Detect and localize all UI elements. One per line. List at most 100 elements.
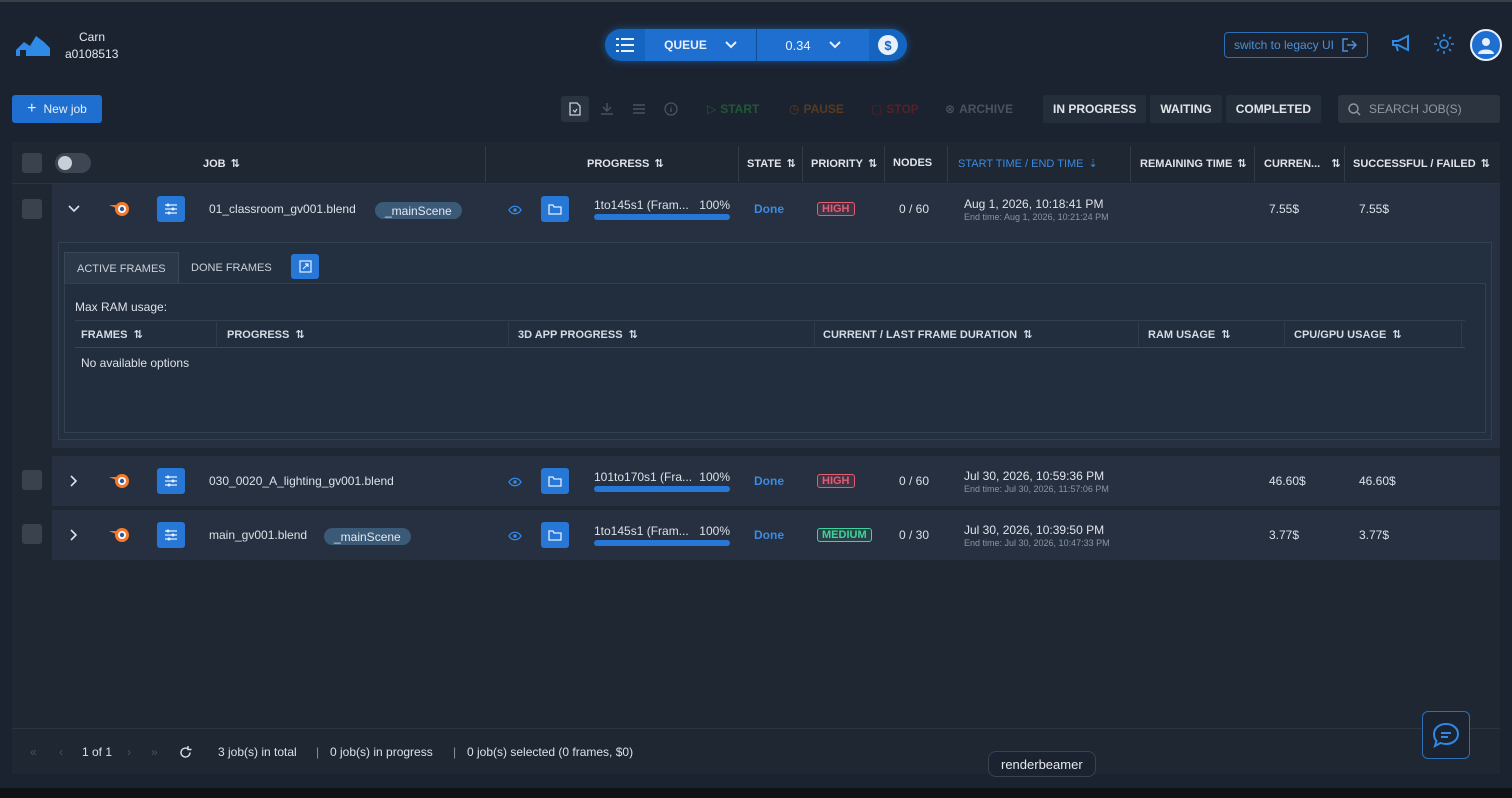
frames-header-3d-app[interactable]: 3D APP PROGRESS ⇅ [518, 328, 638, 342]
frames-header-cpu-gpu[interactable]: CPU/GPU USAGE ⇅ [1294, 328, 1402, 342]
header-current[interactable]: CURREN... ⇅ [1264, 157, 1341, 171]
sort-icon: ⇅ [786, 158, 796, 170]
progress-bar [594, 214, 730, 220]
sort-icon: ⇅ [1331, 158, 1341, 170]
first-page-icon[interactable]: « [30, 745, 37, 759]
table-row[interactable]: main_gv001.blend _mainScene 1to145s1 (Fr… [52, 510, 1500, 560]
scene-tag: _mainScene [324, 528, 411, 545]
renderbeamer-tooltip: renderbeamer [988, 751, 1096, 777]
table-row[interactable]: 030_0020_A_lighting_gv001.blend 101to170… [52, 456, 1500, 506]
header-divider [1130, 146, 1131, 182]
header-start-end[interactable]: START TIME / END TIME ⇣ [958, 157, 1098, 171]
job-settings-button[interactable] [157, 522, 185, 548]
select-all-checkbox[interactable] [22, 153, 42, 173]
progress-fill [594, 214, 730, 220]
table-header: JOB ⇅ PROGRESS ⇅ STATE ⇅ PRIORITY ⇅ NODES ST… [12, 142, 1500, 184]
pause-button[interactable]: ◷ PAUSE [789, 102, 844, 116]
open-folder-button[interactable] [541, 522, 569, 548]
header-success-failed[interactable]: SUCCESSFUL / FAILED ⇅ [1353, 157, 1490, 171]
switch-legacy-button[interactable]: switch to legacy UI [1224, 32, 1368, 58]
queue-dropdown[interactable]: QUEUE [645, 29, 757, 61]
prev-page-icon[interactable]: ‹ [59, 745, 63, 759]
user-id: a0108513 [65, 47, 119, 61]
job-settings-button[interactable] [157, 468, 185, 494]
header-divider [814, 322, 815, 346]
frames-header-progress[interactable]: PROGRESS ⇅ [227, 328, 305, 342]
open-folder-button[interactable] [541, 468, 569, 494]
chevron-down-icon[interactable] [68, 205, 80, 213]
archive-button[interactable]: ⊗ ARCHIVE [945, 102, 1013, 116]
eye-icon[interactable] [508, 531, 522, 541]
header-remaining[interactable]: REMAINING TIME ⇅ [1140, 157, 1247, 171]
tab-active-frames[interactable]: ACTIVE FRAMES [64, 252, 179, 284]
expand-detail-button[interactable] [291, 254, 319, 279]
jobs-total: 3 job(s) in total [218, 745, 297, 759]
queue-list-icon[interactable] [605, 29, 645, 61]
priority-badge: MEDIUM [817, 528, 872, 542]
frames-header-duration[interactable]: CURRENT / LAST FRAME DURATION ⇅ [823, 328, 1033, 342]
filter-completed[interactable]: COMPLETED [1225, 95, 1322, 123]
header-priority[interactable]: PRIORITY ⇅ [811, 157, 877, 171]
search-jobs-input[interactable]: SEARCH JOB(S) [1338, 95, 1500, 123]
header-divider [216, 322, 217, 346]
filter-in-progress[interactable]: IN PROGRESS [1043, 95, 1147, 123]
open-folder-button[interactable] [541, 196, 569, 222]
stop-icon: ▢ [871, 102, 883, 116]
progress-fill [594, 486, 730, 492]
new-job-label: New job [43, 102, 87, 116]
start-button[interactable]: ▷ START [707, 102, 759, 116]
settings-sliders-icon[interactable] [625, 96, 653, 122]
priority-badge: HIGH [817, 474, 855, 488]
row-checkbox[interactable] [22, 524, 42, 544]
download-icon[interactable] [593, 96, 621, 122]
header-progress[interactable]: PROGRESS ⇅ [587, 157, 664, 171]
status-filter-tabs: IN PROGRESS WAITING COMPLETED [1043, 95, 1322, 123]
end-time: End time: Jul 30, 2026, 11:57:06 PM [964, 484, 1109, 494]
info-icon[interactable] [657, 96, 685, 122]
sort-icon: ⇅ [1023, 329, 1033, 341]
legacy-label: switch to legacy UI [1233, 38, 1335, 52]
chevron-right-icon[interactable] [70, 475, 78, 487]
end-time: End time: Jul 30, 2026, 10:47:33 PM [964, 538, 1110, 548]
header-nodes[interactable]: NODES [893, 157, 932, 169]
queue-selector[interactable]: QUEUE 0.34 $ [605, 29, 907, 61]
theme-sun-icon[interactable] [1434, 34, 1454, 54]
folder-icon [548, 476, 562, 487]
row-checkbox[interactable] [22, 470, 42, 490]
row-checkbox[interactable] [22, 199, 42, 219]
dollar-button[interactable]: $ [869, 35, 907, 55]
document-icon[interactable] [561, 96, 589, 122]
chevron-right-icon[interactable] [70, 529, 78, 541]
eye-icon[interactable] [508, 205, 522, 215]
expand-all-toggle[interactable] [55, 153, 91, 173]
app-logo-icon[interactable] [14, 32, 52, 60]
megaphone-icon[interactable] [1391, 34, 1413, 54]
frames-header-ram[interactable]: RAM USAGE ⇅ [1148, 328, 1230, 342]
new-job-button[interactable]: + New job [12, 95, 102, 123]
header-job[interactable]: JOB ⇅ [203, 157, 240, 171]
progress-frames: 1to145s1 (Fram... [594, 198, 689, 212]
chat-button[interactable] [1422, 711, 1470, 759]
table-row[interactable]: 01_classroom_gv001.blend _mainScene 1to1… [52, 184, 1500, 234]
next-page-icon[interactable]: › [127, 745, 131, 759]
job-settings-button[interactable] [157, 196, 185, 222]
stop-button[interactable]: ▢ STOP [871, 102, 919, 116]
page-indicator: 1 of 1 [82, 745, 113, 759]
start-time: Jul 30, 2026, 10:39:50 PM [964, 523, 1105, 537]
footer-separator: | [316, 745, 320, 759]
header-divider [1138, 322, 1139, 346]
refresh-icon[interactable] [179, 746, 192, 759]
job-nodes: 0 / 60 [899, 474, 930, 488]
sort-icon: ⇅ [1392, 329, 1402, 341]
user-avatar[interactable] [1470, 29, 1502, 61]
filter-waiting[interactable]: WAITING [1150, 95, 1222, 123]
job-name: 01_classroom_gv001.blend [209, 202, 356, 216]
header-state[interactable]: STATE ⇅ [747, 157, 796, 171]
last-page-icon[interactable]: » [151, 745, 158, 759]
eye-icon[interactable] [508, 477, 522, 487]
price-dropdown[interactable]: 0.34 [757, 29, 869, 61]
frames-header-frames[interactable]: FRAMES ⇅ [81, 328, 143, 342]
header-current-label: CURREN... [1264, 157, 1321, 170]
tab-done-frames[interactable]: DONE FRAMES [179, 252, 284, 284]
price-value: 0.34 [785, 37, 811, 53]
